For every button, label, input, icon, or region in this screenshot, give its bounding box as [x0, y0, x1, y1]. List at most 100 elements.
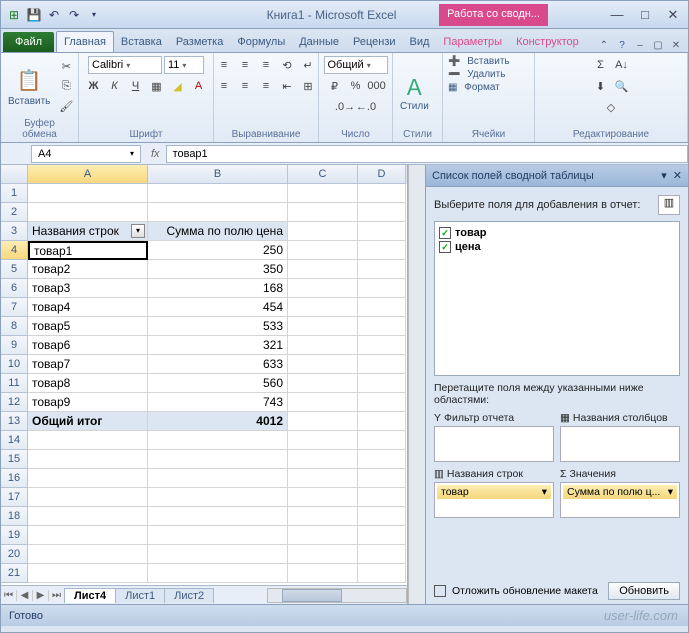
area-filter-box[interactable]	[434, 426, 554, 462]
tab-home[interactable]: Главная	[56, 31, 114, 52]
cell[interactable]	[358, 298, 406, 317]
cell[interactable]	[358, 393, 406, 412]
font-color-icon[interactable]: A	[189, 77, 209, 95]
cell[interactable]: 250	[148, 241, 288, 260]
orientation-icon[interactable]: ⟲	[277, 56, 297, 74]
row-header[interactable]: 12	[1, 393, 28, 412]
area-rows-box[interactable]: товар▾	[434, 482, 554, 518]
cell[interactable]	[288, 203, 358, 222]
italic-button[interactable]: К	[105, 77, 125, 95]
row-header[interactable]: 9	[1, 336, 28, 355]
cell[interactable]	[358, 488, 406, 507]
cell[interactable]	[148, 184, 288, 203]
fill-color-icon[interactable]: ◢	[168, 77, 188, 95]
tab-review[interactable]: Рецензи	[346, 32, 403, 52]
row-header[interactable]: 1	[1, 184, 28, 203]
font-name-combo[interactable]: Calibri▾	[88, 56, 162, 74]
row-header[interactable]: 4	[1, 241, 28, 260]
cell[interactable]	[28, 184, 148, 203]
checkbox-icon[interactable]: ✓	[439, 241, 451, 253]
cell[interactable]	[358, 412, 406, 431]
cell[interactable]	[288, 412, 358, 431]
align-center-icon[interactable]: ≡	[235, 77, 255, 95]
tab-pivot-design[interactable]: Конструктор	[509, 32, 586, 52]
column-header-b[interactable]: B	[148, 165, 288, 184]
cell[interactable]: Общий итог	[28, 412, 148, 431]
paste-button[interactable]: 📋 Вставить	[6, 65, 52, 109]
row-header[interactable]: 18	[1, 507, 28, 526]
qat-dropdown-icon[interactable]: ▾	[85, 6, 103, 24]
layout-options-icon[interactable]: ▥	[658, 195, 680, 215]
tab-insert[interactable]: Вставка	[114, 32, 169, 52]
sort-filter-icon[interactable]: A↓	[612, 56, 632, 74]
sheet-tab[interactable]: Лист1	[115, 588, 165, 603]
tab-view[interactable]: Вид	[403, 32, 437, 52]
row-header[interactable]: 21	[1, 564, 28, 583]
cell[interactable]	[358, 203, 406, 222]
cell[interactable]	[28, 564, 148, 583]
cell[interactable]	[288, 298, 358, 317]
cell[interactable]: товар5	[28, 317, 148, 336]
cell[interactable]	[148, 450, 288, 469]
align-bottom-icon[interactable]: ≡	[256, 56, 276, 74]
clear-icon[interactable]: ◇	[601, 98, 621, 116]
copy-icon[interactable]: ⎘	[56, 78, 76, 96]
sheet-tab[interactable]: Лист2	[164, 588, 214, 603]
help-icon[interactable]: ?	[614, 38, 630, 52]
name-box[interactable]: A4▾	[31, 145, 141, 163]
field-list[interactable]: ✓ товар ✓ цена	[434, 221, 680, 376]
pivot-dropdown-icon[interactable]: ▾	[131, 224, 145, 238]
row-header[interactable]: 19	[1, 526, 28, 545]
cell[interactable]	[28, 488, 148, 507]
cell[interactable]: товар4	[28, 298, 148, 317]
decrease-decimal-icon[interactable]: ←.0	[356, 98, 376, 116]
increase-decimal-icon[interactable]: .0→	[335, 98, 355, 116]
ribbon-minimize-icon[interactable]: ⌃	[596, 38, 612, 52]
row-header[interactable]: 11	[1, 374, 28, 393]
cell[interactable]	[288, 564, 358, 583]
area-item[interactable]: товар▾	[437, 485, 551, 499]
cell[interactable]	[358, 222, 406, 241]
bold-button[interactable]: Ж	[84, 77, 104, 95]
align-top-icon[interactable]: ≡	[214, 56, 234, 74]
mdi-restore-button[interactable]: ▢	[650, 38, 666, 52]
cell[interactable]	[148, 526, 288, 545]
cell[interactable]	[288, 469, 358, 488]
autosum-icon[interactable]: Σ	[591, 56, 611, 74]
cell[interactable]	[28, 545, 148, 564]
cell[interactable]	[288, 317, 358, 336]
tab-layout[interactable]: Разметка	[169, 32, 231, 52]
format-painter-icon[interactable]: 🖌	[56, 98, 76, 116]
maximize-button[interactable]: □	[634, 6, 656, 24]
cell[interactable]	[288, 241, 358, 260]
pane-dropdown-icon[interactable]: ▾	[661, 169, 667, 182]
cell[interactable]	[358, 260, 406, 279]
field-item[interactable]: ✓ товар	[439, 226, 675, 240]
area-item[interactable]: Сумма по полю ц...▾	[563, 485, 677, 499]
cut-icon[interactable]: ✂	[56, 58, 76, 76]
cell[interactable]	[288, 545, 358, 564]
cell[interactable]: 454	[148, 298, 288, 317]
sheet-nav-prev[interactable]: ◀	[17, 590, 33, 601]
cell[interactable]	[288, 260, 358, 279]
currency-icon[interactable]: ₽	[325, 77, 345, 95]
row-header[interactable]: 20	[1, 545, 28, 564]
cell[interactable]: товар6	[28, 336, 148, 355]
row-header[interactable]: 7	[1, 298, 28, 317]
styles-button[interactable]: Ａ Стили	[398, 70, 431, 114]
cell[interactable]	[288, 431, 358, 450]
cell[interactable]	[288, 507, 358, 526]
sheet-nav-next[interactable]: ▶	[33, 590, 49, 601]
formula-input[interactable]: товар1	[166, 145, 688, 163]
cell[interactable]	[358, 336, 406, 355]
cell[interactable]	[358, 507, 406, 526]
cell[interactable]	[288, 222, 358, 241]
cell[interactable]	[358, 355, 406, 374]
align-left-icon[interactable]: ≡	[214, 77, 234, 95]
row-header[interactable]: 10	[1, 355, 28, 374]
cell[interactable]	[28, 203, 148, 222]
cell[interactable]: 533	[148, 317, 288, 336]
row-header[interactable]: 17	[1, 488, 28, 507]
save-icon[interactable]: 💾	[25, 6, 43, 24]
row-header[interactable]: 16	[1, 469, 28, 488]
